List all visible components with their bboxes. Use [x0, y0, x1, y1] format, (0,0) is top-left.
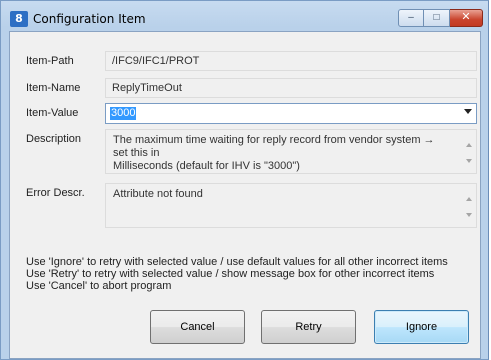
minimize-button[interactable]: – [398, 9, 424, 27]
item-path-field: /IFC9/IFC1/PROT [105, 51, 477, 71]
close-button[interactable]: ✕ [450, 9, 483, 27]
ignore-button[interactable]: Ignore [374, 310, 469, 344]
retry-button[interactable]: Retry [261, 310, 356, 344]
description-memo[interactable]: The maximum time waiting for reply recor… [105, 129, 477, 174]
error-descr-label: Error Descr. [26, 187, 85, 199]
description-label: Description [26, 133, 82, 145]
dialog-client-area: Item-Path /IFC9/IFC1/PROT Item-Name Repl… [9, 31, 481, 359]
help-retry-text: Use 'Retry' to retry with selected value… [26, 268, 435, 280]
maximize-button[interactable]: □ [424, 9, 450, 27]
dropdown-arrow-icon[interactable] [464, 109, 472, 114]
item-value-label: Item-Value [26, 107, 79, 119]
description-line-2: Milliseconds (default for IHV is "3000") [113, 160, 300, 172]
description-line-1: The maximum time waiting for reply recor… [113, 134, 435, 159]
title-bar[interactable]: 8 Configuration Item – □ ✕ [1, 1, 488, 31]
item-value-combobox[interactable]: 3000 [105, 103, 477, 124]
scroll-up-arrow-icon[interactable] [466, 197, 472, 201]
error-descr-text: Attribute not found [113, 188, 203, 200]
item-path-label: Item-Path [26, 55, 74, 67]
item-name-label: Item-Name [26, 82, 81, 94]
help-cancel-text: Use 'Cancel' to abort program [26, 280, 172, 292]
cancel-button[interactable]: Cancel [150, 310, 245, 344]
help-ignore-text: Use 'Ignore' to retry with selected valu… [26, 256, 448, 268]
scroll-down-arrow-icon[interactable] [466, 213, 472, 217]
error-descr-memo[interactable]: Attribute not found [105, 183, 477, 228]
item-name-field: ReplyTimeOut [105, 78, 477, 98]
scroll-up-arrow-icon[interactable] [466, 143, 472, 147]
description-text: The maximum time waiting for reply recor… [113, 134, 452, 173]
scroll-down-arrow-icon[interactable] [466, 159, 472, 163]
configuration-item-window: 8 Configuration Item – □ ✕ Item-Path /IF… [0, 0, 489, 360]
app-icon: 8 [10, 11, 28, 27]
item-value-text[interactable]: 3000 [110, 107, 137, 120]
window-title: Configuration Item [33, 12, 146, 26]
